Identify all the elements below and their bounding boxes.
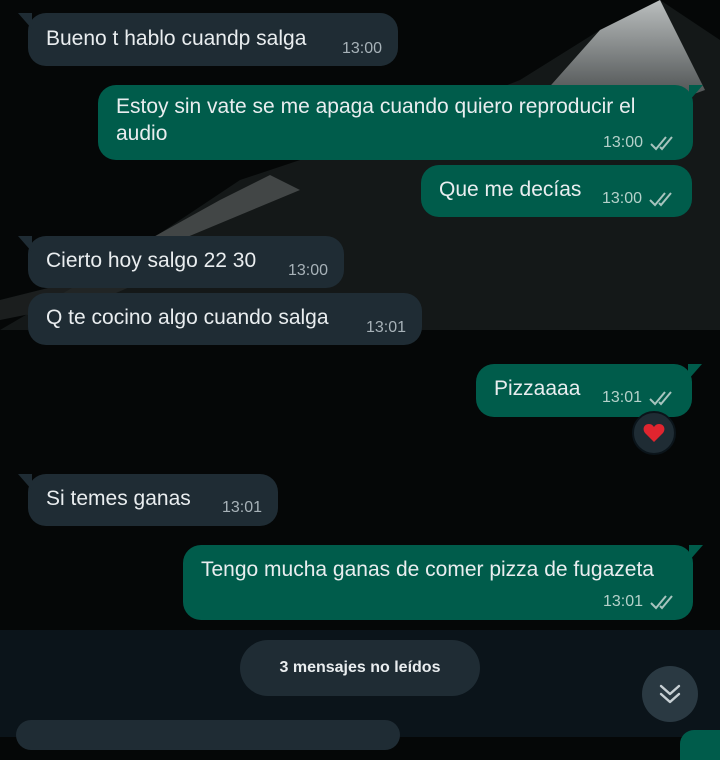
reaction-badge[interactable] bbox=[632, 411, 676, 455]
message-text-line-2: audio bbox=[116, 122, 168, 145]
message-bubble-outgoing[interactable]: Pizzaaaa 13:01 bbox=[476, 364, 702, 417]
message-time: 13:01 bbox=[221, 499, 262, 516]
message-bubble-incoming-partial bbox=[16, 720, 400, 750]
message-bubble-outgoing[interactable]: Tengo mucha ganas de comer pizza de fuga… bbox=[183, 545, 703, 620]
double-check-icon bbox=[649, 192, 672, 207]
message-text: Tengo mucha ganas de comer pizza de fuga… bbox=[201, 558, 654, 581]
double-chevron-down-icon bbox=[659, 684, 681, 704]
message-time: 13:01 bbox=[602, 593, 643, 610]
heart-icon bbox=[643, 424, 665, 442]
unread-messages-label: 3 mensajes no leídos bbox=[279, 659, 441, 676]
message-text: Bueno t hablo cuandp salga bbox=[46, 27, 307, 50]
unread-messages-banner: 3 mensajes no leídos bbox=[240, 640, 480, 696]
message-time: 13:01 bbox=[601, 389, 642, 406]
message-text: Cierto hoy salgo 22 30 bbox=[46, 249, 257, 272]
message-bubble-outgoing-partial bbox=[680, 730, 720, 760]
message-text: Si temes ganas bbox=[46, 487, 191, 510]
message-time: 13:00 bbox=[287, 262, 328, 279]
scroll-to-bottom-button[interactable] bbox=[642, 666, 698, 722]
double-check-icon bbox=[649, 391, 672, 406]
message-text-line-1: Estoy sin vate se me apaga cuando quiero… bbox=[116, 95, 636, 118]
message-text: Q te cocino algo cuando salga bbox=[46, 306, 329, 329]
message-bubble-outgoing[interactable]: Que me decías 13:00 bbox=[421, 165, 692, 217]
double-check-icon bbox=[650, 136, 673, 151]
message-time: 13:01 bbox=[365, 319, 406, 336]
message-text: Pizzaaaa bbox=[494, 377, 581, 400]
message-bubble-incoming[interactable]: Si temes ganas 13:01 bbox=[18, 474, 278, 526]
message-bubble-incoming[interactable]: Bueno t hablo cuandp salga 13:00 bbox=[18, 13, 398, 66]
message-text: Que me decías bbox=[439, 178, 582, 201]
double-check-icon bbox=[650, 595, 673, 610]
message-bubble-outgoing[interactable]: Estoy sin vate se me apaga cuando quiero… bbox=[98, 85, 703, 160]
message-bubble-incoming[interactable]: Q te cocino algo cuando salga 13:01 bbox=[28, 293, 422, 345]
message-bubble-incoming[interactable]: Cierto hoy salgo 22 30 13:00 bbox=[18, 236, 344, 288]
message-time: 13:00 bbox=[602, 134, 643, 151]
message-time: 13:00 bbox=[601, 190, 642, 207]
message-time: 13:00 bbox=[341, 40, 382, 57]
